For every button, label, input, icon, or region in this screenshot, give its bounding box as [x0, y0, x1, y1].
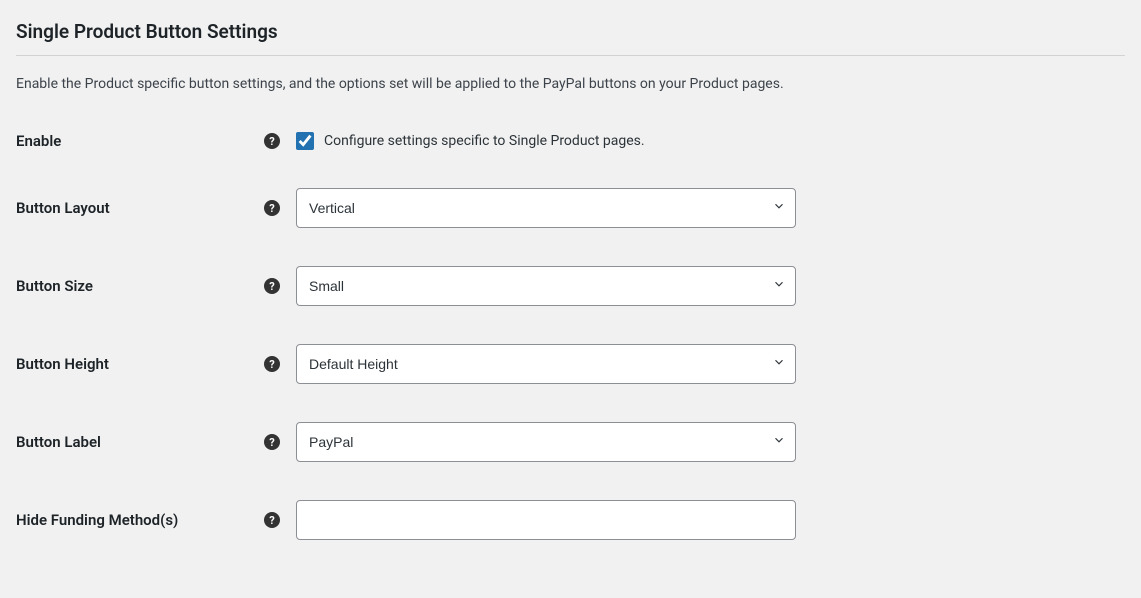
help-icon[interactable]: ?	[264, 200, 280, 216]
label-button-layout: Button Layout	[16, 199, 110, 217]
select-button-height[interactable]: Default Height	[296, 344, 796, 384]
control-col-enable: Configure settings specific to Single Pr…	[296, 132, 645, 150]
checkbox-label-enable: Configure settings specific to Single Pr…	[324, 133, 645, 149]
row-button-layout: Button Layout ? Vertical	[16, 188, 1125, 228]
help-icon[interactable]: ?	[264, 512, 280, 528]
help-icon[interactable]: ?	[264, 133, 280, 149]
label-button-label: Button Label	[16, 433, 101, 451]
help-icon[interactable]: ?	[264, 356, 280, 372]
help-icon[interactable]: ?	[264, 278, 280, 294]
row-enable: Enable ? Configure settings specific to …	[16, 132, 1125, 150]
row-button-size: Button Size ? Small	[16, 266, 1125, 306]
control-col-hide-funding	[296, 500, 796, 540]
label-hide-funding: Hide Funding Method(s)	[16, 511, 178, 529]
control-col-button-size: Small	[296, 266, 796, 306]
select-wrapper-button-layout: Vertical	[296, 188, 796, 228]
select-button-layout[interactable]: Vertical	[296, 188, 796, 228]
label-enable: Enable	[16, 132, 61, 150]
section-title: Single Product Button Settings	[16, 20, 1125, 56]
select-button-size[interactable]: Small	[296, 266, 796, 306]
checkbox-enable[interactable]	[296, 132, 314, 150]
help-icon[interactable]: ?	[264, 434, 280, 450]
row-hide-funding: Hide Funding Method(s) ?	[16, 500, 1125, 540]
select-button-label[interactable]: PayPal	[296, 422, 796, 462]
label-col-button-layout: Button Layout ?	[16, 199, 296, 217]
section-description: Enable the Product specific button setti…	[16, 76, 1125, 92]
select-wrapper-button-height: Default Height	[296, 344, 796, 384]
control-col-button-height: Default Height	[296, 344, 796, 384]
row-button-height: Button Height ? Default Height	[16, 344, 1125, 384]
select-wrapper-button-label: PayPal	[296, 422, 796, 462]
control-col-button-label: PayPal	[296, 422, 796, 462]
label-col-button-height: Button Height ?	[16, 355, 296, 373]
row-button-label: Button Label ? PayPal	[16, 422, 1125, 462]
label-col-enable: Enable ?	[16, 132, 296, 150]
control-col-button-layout: Vertical	[296, 188, 796, 228]
label-col-button-size: Button Size ?	[16, 277, 296, 295]
settings-section: Single Product Button Settings Enable th…	[16, 20, 1125, 540]
label-button-size: Button Size	[16, 277, 93, 295]
label-col-button-label: Button Label ?	[16, 433, 296, 451]
select-wrapper-button-size: Small	[296, 266, 796, 306]
form-table: Enable ? Configure settings specific to …	[16, 132, 1125, 540]
label-col-hide-funding: Hide Funding Method(s) ?	[16, 511, 296, 529]
label-button-height: Button Height	[16, 355, 109, 373]
multiselect-hide-funding[interactable]	[296, 500, 796, 540]
